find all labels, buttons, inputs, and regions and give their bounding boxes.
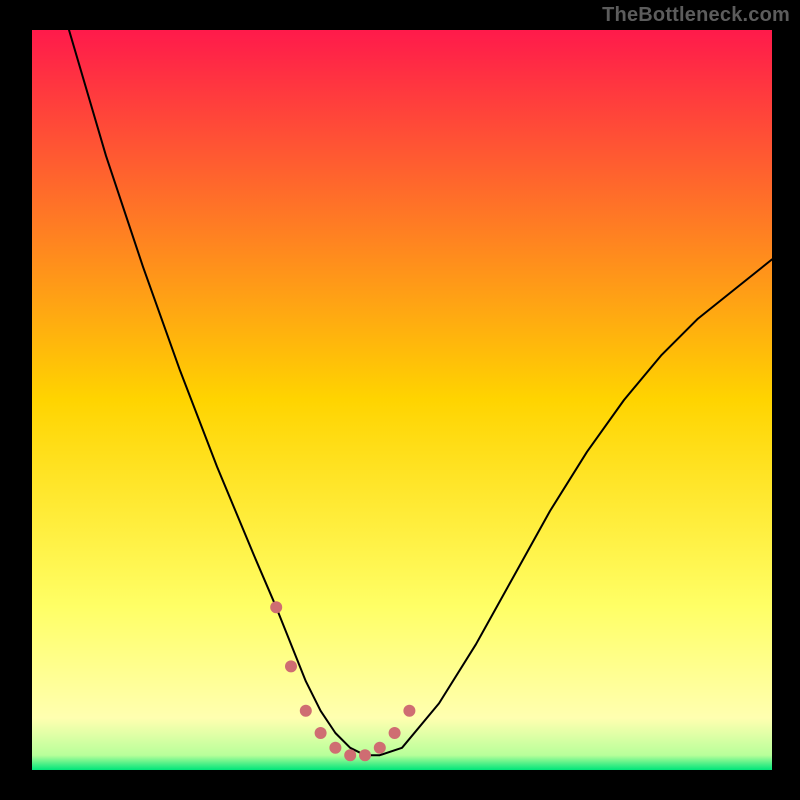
chart-marker (374, 742, 386, 754)
chart-background (32, 30, 772, 770)
watermark-text: TheBottleneck.com (602, 4, 790, 27)
chart-marker (300, 705, 312, 717)
chart-marker (389, 727, 401, 739)
chart-marker (344, 749, 356, 761)
chart-frame: TheBottleneck.com (0, 0, 800, 800)
chart-marker (285, 660, 297, 672)
chart-marker (359, 749, 371, 761)
chart-marker (315, 727, 327, 739)
chart-marker (329, 742, 341, 754)
chart-marker (270, 601, 282, 613)
chart-svg (32, 30, 772, 770)
chart-marker (403, 705, 415, 717)
plot-area (32, 30, 772, 770)
